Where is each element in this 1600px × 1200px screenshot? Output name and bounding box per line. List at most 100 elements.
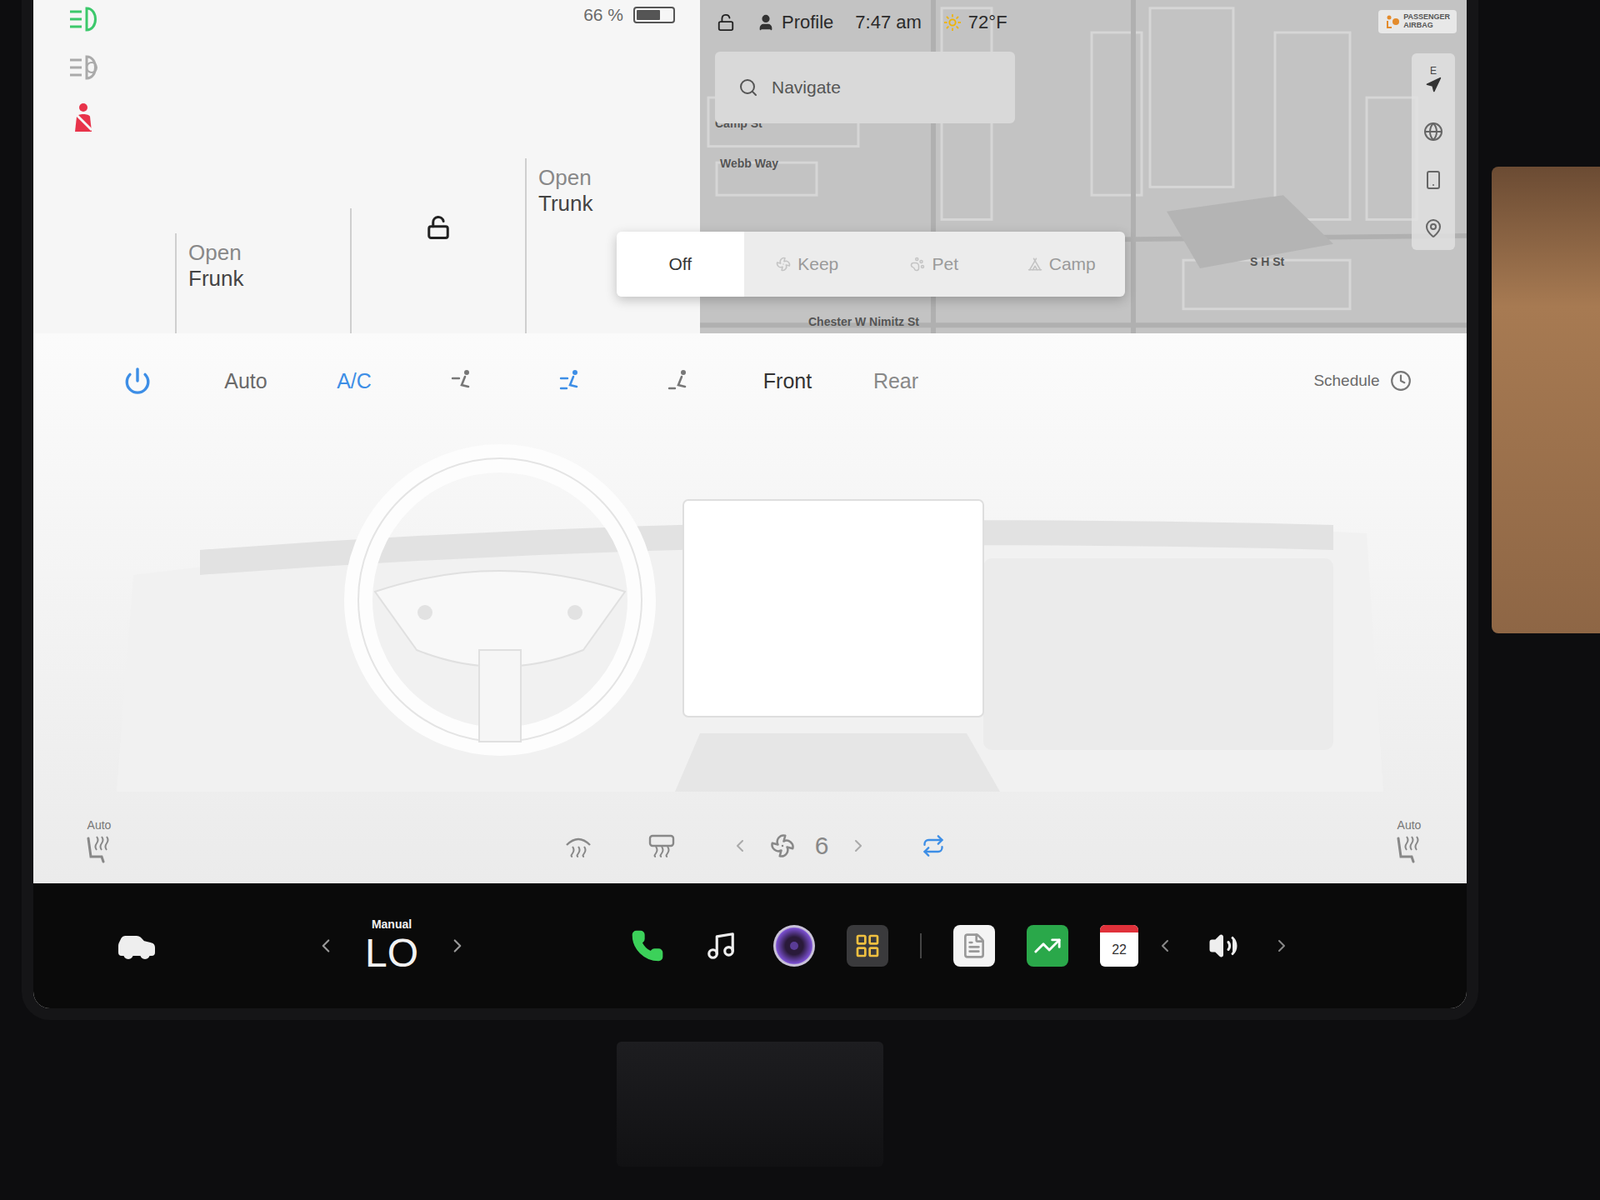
left-seat-heater[interactable]: Auto — [83, 818, 115, 865]
bottom-bar: ManualLO 22 — [33, 883, 1467, 1009]
airflow-button[interactable] — [516, 368, 625, 394]
battery-fill — [636, 10, 660, 20]
schedule-button[interactable]: Schedule — [1308, 370, 1417, 392]
battery-percent: 66 % — [583, 5, 624, 25]
temperature-display[interactable]: ManualLO — [365, 918, 419, 974]
frunk-button[interactable]: OpenFrunk — [175, 233, 350, 334]
calendar-app[interactable]: 22 — [1100, 925, 1139, 967]
globe-icon[interactable] — [1423, 121, 1444, 142]
compass-arrow-icon — [1425, 76, 1442, 94]
battery-status: 66 % — [108, 0, 700, 30]
fan-speed-control: 6 — [730, 831, 870, 860]
climate-mode-option[interactable]: Keep — [744, 231, 872, 297]
app-launcher: 22 — [626, 925, 1139, 967]
page: 66 % OpenFrunkOpenTrunk Profile 7:47 am 72°F… — [0, 0, 1600, 1200]
airbag-icon — [1385, 14, 1400, 30]
energy-app[interactable] — [1026, 925, 1069, 967]
compass-heading: E — [1430, 65, 1437, 77]
notes-app[interactable] — [953, 925, 995, 967]
profile-button[interactable]: Profile — [756, 11, 834, 34]
volume-up-icon[interactable] — [1271, 935, 1292, 956]
right-seat-heater[interactable]: Auto — [1393, 818, 1425, 865]
phone-app[interactable] — [626, 925, 669, 967]
frunk-label: Frunk — [188, 265, 244, 292]
dash-area — [33, 408, 1467, 792]
toybox-app[interactable] — [846, 925, 889, 967]
toybox-icon — [854, 932, 881, 960]
defrost-button[interactable] — [646, 833, 677, 859]
mode-icon — [910, 256, 925, 272]
airflow-button[interactable] — [625, 368, 734, 394]
map-top-bar: Profile 7:47 am 72°F — [700, 0, 1334, 45]
lock-button[interactable] — [350, 208, 525, 334]
volume-down-icon[interactable] — [1155, 935, 1175, 956]
rear-defrost-icon — [646, 833, 677, 859]
music-icon — [705, 930, 737, 962]
app-divider — [920, 933, 922, 959]
airflow-icon — [666, 368, 692, 394]
frunk-label: Open — [188, 240, 242, 266]
battery-icon — [633, 6, 675, 24]
climate-mode-option[interactable]: Off — [616, 231, 745, 297]
zone-tab[interactable]: Front — [733, 369, 842, 394]
energy-chart-icon — [1033, 931, 1062, 960]
ac-button[interactable]: A/C — [300, 369, 409, 394]
mode-label: Pet — [931, 254, 959, 275]
music-app[interactable] — [700, 925, 742, 967]
street-label: S H St — [1250, 255, 1285, 269]
airflow-button[interactable] — [408, 368, 517, 394]
sun-icon — [943, 13, 962, 32]
wood-trim — [1491, 166, 1600, 634]
weather: 72°F — [943, 11, 1008, 34]
map-pin-icon[interactable] — [1423, 218, 1444, 239]
car-icon[interactable] — [116, 925, 157, 966]
notes-icon — [960, 932, 988, 960]
mode-label: Off — [668, 254, 692, 275]
doors-row: OpenFrunkOpenTrunk — [108, 125, 700, 334]
front-defrost-icon — [563, 833, 594, 859]
climate-mode-option[interactable]: Pet — [870, 231, 999, 297]
climate-mode-option[interactable]: Camp — [998, 231, 1126, 297]
temp-up-icon[interactable] — [446, 935, 469, 957]
screen-stand — [616, 1041, 884, 1167]
recirculate-icon — [921, 834, 945, 858]
zone-tab[interactable]: Rear — [841, 369, 950, 394]
passenger-airbag-badge: PASSENGERAIRBAG — [1378, 10, 1457, 34]
headlight-icon — [66, 5, 104, 34]
indicator-column — [66, 0, 109, 334]
climate-controls: AutoA/C FrontRear Schedule — [33, 333, 1467, 409]
fan-down-icon[interactable] — [730, 835, 750, 856]
phone-device-icon[interactable] — [1423, 170, 1444, 190]
profile-label: Profile — [781, 11, 834, 34]
climate-power-button[interactable] — [83, 366, 192, 395]
search-icon — [738, 77, 759, 98]
temp-down-icon[interactable] — [315, 935, 337, 957]
defrost-button[interactable] — [563, 833, 594, 859]
navigate-search[interactable]: Navigate — [715, 51, 1015, 124]
camera-app[interactable] — [773, 925, 815, 967]
map-controls: E — [1411, 53, 1455, 250]
clock: 7:47 am — [855, 11, 922, 34]
seat-heater-icon — [1393, 833, 1425, 865]
profile-icon — [756, 13, 775, 32]
lock-open-icon — [425, 215, 451, 240]
climate-panel: AutoA/CFrontRearScheduleAuto6Auto — [33, 333, 1467, 884]
touchscreen: 66 % OpenFrunkOpenTrunk Profile 7:47 am 72°F… — [33, 0, 1467, 1009]
auto-button[interactable]: Auto — [191, 369, 300, 394]
mode-label: Camp — [1049, 254, 1096, 275]
fan-up-icon[interactable] — [848, 835, 869, 856]
calendar-day: 22 — [1100, 932, 1139, 967]
compass-button[interactable]: E — [1425, 65, 1442, 94]
climate-mode-label: Manual — [371, 918, 412, 930]
temperature-control: ManualLO — [315, 918, 469, 974]
power-icon — [123, 366, 152, 395]
seatbelt-warning-icon — [66, 101, 100, 135]
mode-icon — [1027, 256, 1043, 272]
auto-high-beam-icon — [66, 53, 104, 82]
volume-icon[interactable] — [1208, 930, 1239, 961]
seat-heater-icon — [83, 833, 115, 865]
lock-status-icon[interactable] — [716, 13, 735, 32]
recirculate-button[interactable] — [921, 834, 945, 858]
climate-middle-controls: 6 — [563, 831, 946, 865]
outside-temperature: 72°F — [968, 11, 1008, 34]
